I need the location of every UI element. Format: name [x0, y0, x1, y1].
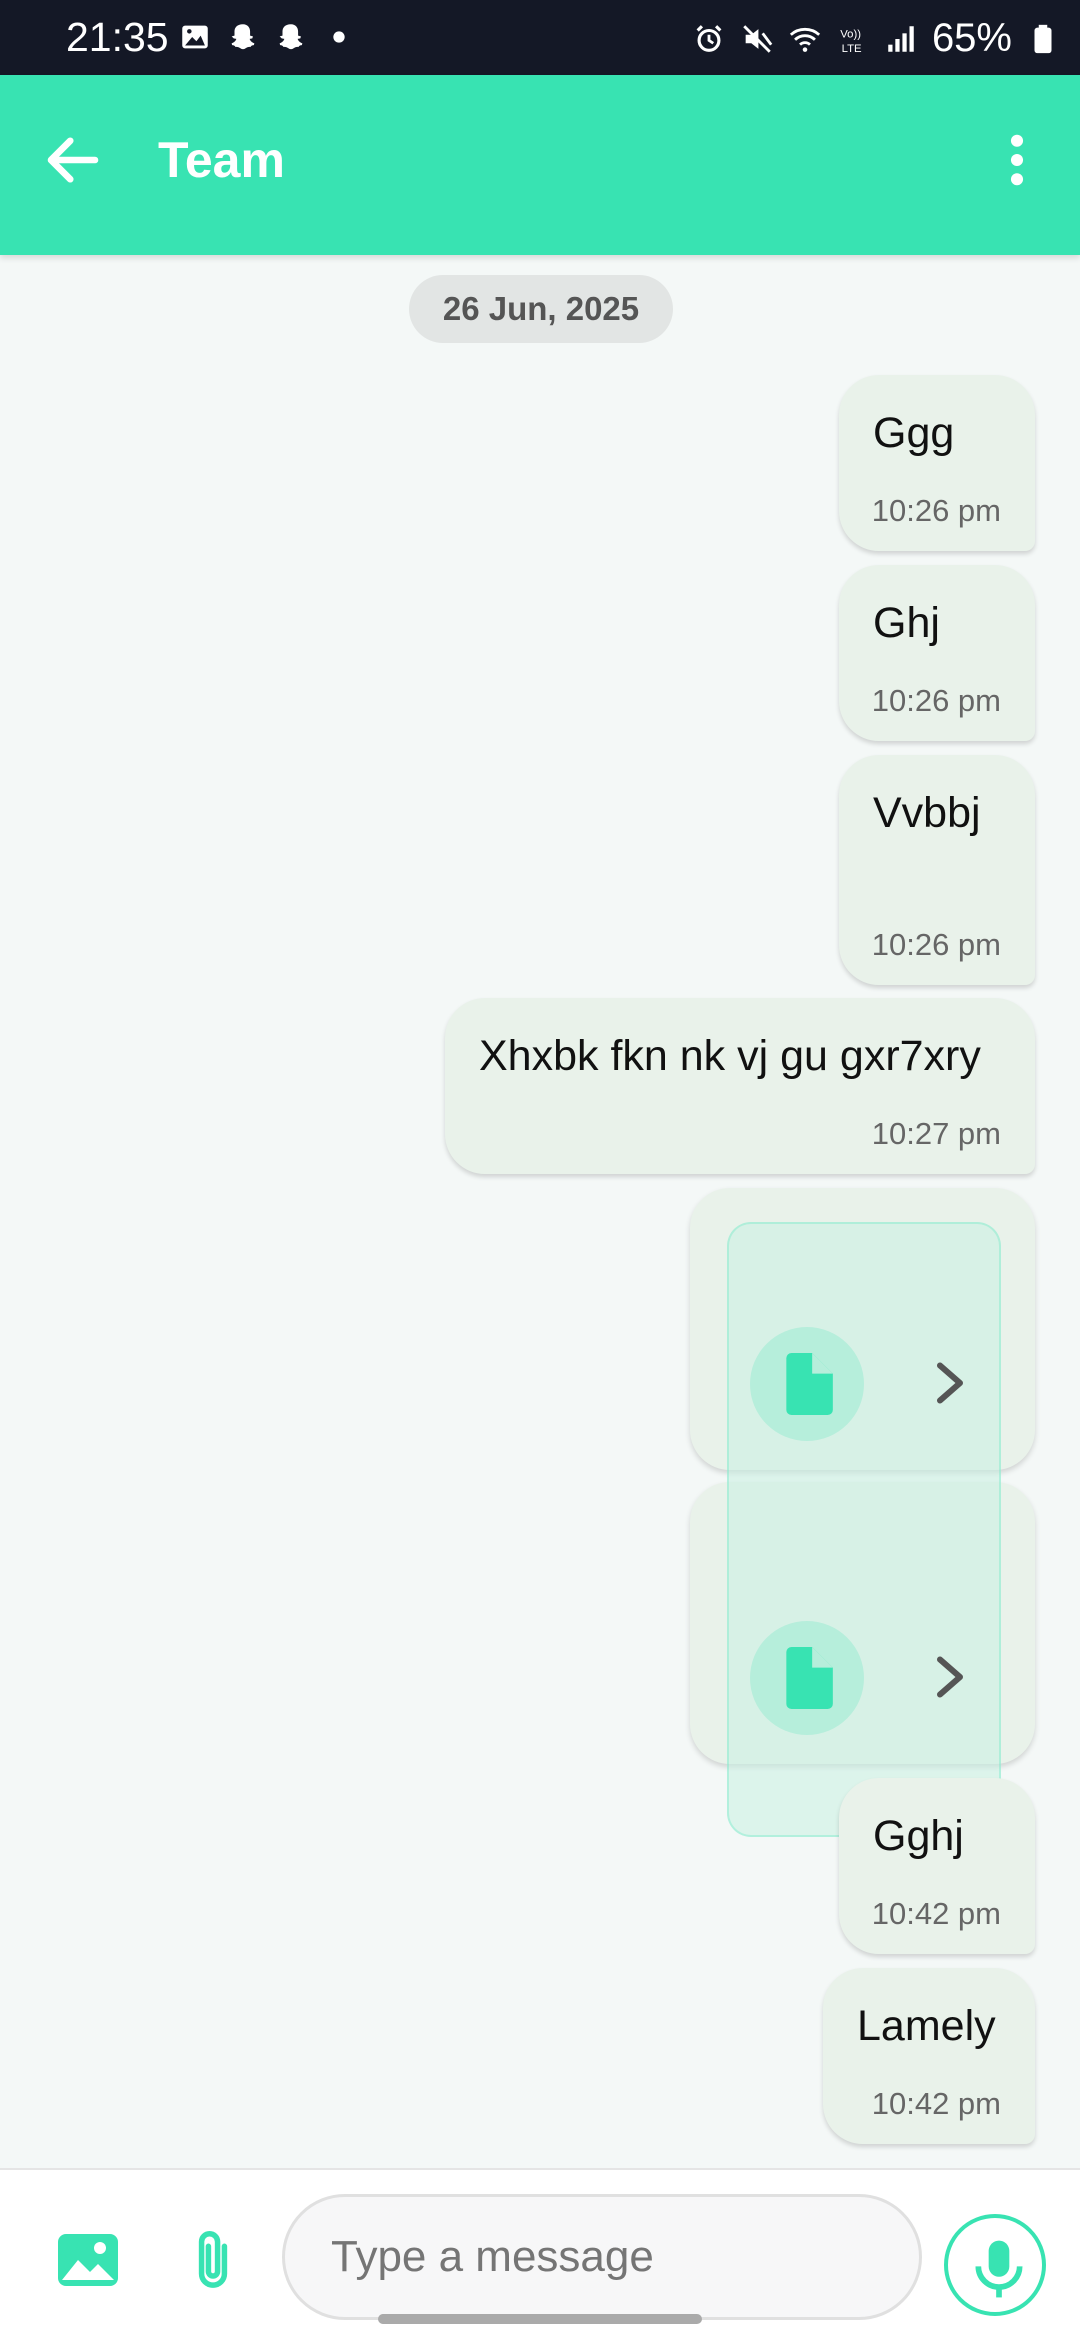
message-bubble[interactable]: Xhxbk fkn nk vj gu gxr7xry 10:27 pm	[445, 998, 1035, 1174]
app-bar: Team	[0, 75, 1080, 255]
message-text: Vvbbj	[873, 789, 981, 837]
message-text: Gghj	[873, 1812, 964, 1860]
alarm-icon	[696, 24, 722, 52]
battery-icon	[1034, 24, 1052, 53]
snapchat-notification-icon-2	[279, 24, 303, 50]
svg-text:LTE: LTE	[842, 42, 862, 54]
message-time: 10:27 pm	[871, 1116, 1001, 1151]
message-text: Ghj	[873, 599, 940, 647]
gallery-icon[interactable]	[56, 2232, 120, 2288]
gallery-notification-icon	[182, 25, 208, 49]
chevron-right-icon[interactable]	[930, 1652, 970, 1702]
file-icon	[786, 1353, 833, 1415]
snapchat-notification-icon	[231, 24, 255, 50]
wifi-icon	[789, 27, 821, 52]
message-time: 10:26 pm	[871, 683, 1001, 718]
message-time: 10:42 pm	[871, 2086, 1001, 2121]
battery-percentage: 65%	[931, 16, 1012, 60]
attach-paperclip-icon[interactable]	[188, 2228, 238, 2292]
notification-dot-icon	[333, 31, 345, 43]
message-bubble[interactable]: Ghj 10:26 pm	[839, 565, 1035, 741]
status-time: 21:35	[66, 14, 169, 60]
message-text: Ggg	[873, 409, 955, 457]
message-time: 10:26 pm	[871, 927, 1001, 962]
volte-icon: Vo)) LTE	[840, 28, 862, 54]
file-icon-badge	[750, 1621, 864, 1735]
message-input[interactable]	[282, 2194, 922, 2320]
status-bar: 21:35 Vo)) LTE 65%	[0, 0, 1080, 75]
date-separator: 26 Jun, 2025	[409, 275, 673, 343]
file-icon	[786, 1647, 833, 1709]
message-time: 10:42 pm	[871, 1896, 1001, 1931]
home-indicator	[378, 2314, 702, 2324]
mute-icon	[743, 24, 773, 53]
more-options-icon[interactable]	[984, 125, 1050, 195]
message-bubble[interactable]: Vvbbj 10:26 pm	[839, 755, 1035, 985]
file-preview-card[interactable]	[727, 1222, 1001, 1837]
signal-icon	[888, 25, 914, 52]
back-arrow-icon[interactable]	[40, 127, 106, 193]
message-bubble[interactable]: Ggg 10:26 pm	[839, 375, 1035, 551]
voice-record-button[interactable]	[944, 2214, 1046, 2316]
message-time: 10:26 pm	[871, 493, 1001, 528]
microphone-icon	[975, 2240, 1023, 2298]
svg-text:Vo)): Vo))	[840, 28, 861, 40]
chevron-right-icon[interactable]	[930, 1358, 970, 1408]
message-bubble[interactable]: Gghj 10:42 pm	[839, 1778, 1035, 1954]
message-text: Xhxbk fkn nk vj gu gxr7xry	[479, 1032, 981, 1080]
message-bubble[interactable]: Lamely 10:42 pm	[823, 1968, 1035, 2144]
file-icon-badge	[750, 1327, 864, 1441]
message-text: Lamely	[857, 2002, 996, 2050]
chat-title: Team	[158, 132, 285, 188]
